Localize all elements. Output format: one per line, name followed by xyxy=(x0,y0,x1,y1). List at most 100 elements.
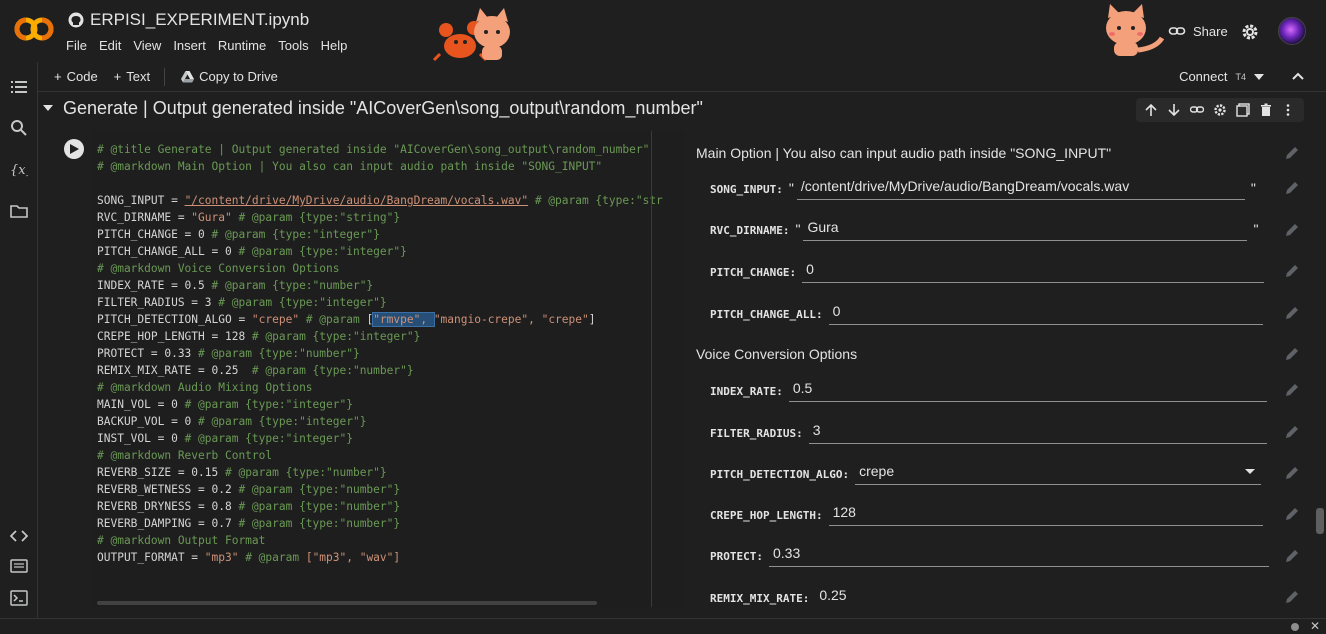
remix-mix-rate-field[interactable]: 0.25 xyxy=(815,585,1265,607)
delete-cell-trash-icon[interactable] xyxy=(1259,103,1273,117)
add-text-button[interactable]: + Text xyxy=(114,69,150,84)
code-token: SONG_INPUT = xyxy=(97,194,185,207)
more-options-kebab-icon[interactable] xyxy=(1281,103,1295,117)
edit-pencil-icon[interactable] xyxy=(1284,222,1300,238)
code-token: "/content/drive/MyDrive/audio/BangDream/… xyxy=(184,194,529,207)
copy-to-drive-button[interactable]: Copy to Drive xyxy=(181,69,278,84)
menu-help[interactable]: Help xyxy=(321,38,348,53)
code-line[interactable]: REVERB_DAMPING = 0.7 # @param {type:"num… xyxy=(97,515,663,532)
code-line[interactable] xyxy=(97,175,663,192)
code-line[interactable]: # @title Generate | Output generated ins… xyxy=(97,141,663,158)
share-button[interactable]: Share xyxy=(1168,22,1228,40)
field-index-rate: INDEX_RATE: 0.5 xyxy=(710,378,1267,402)
move-cell-up-icon[interactable] xyxy=(1144,103,1158,117)
colab-logo[interactable] xyxy=(14,14,54,44)
code-line[interactable]: REVERB_WETNESS = 0.2 # @param {type:"num… xyxy=(97,481,663,498)
cell-header: Generate | Output generated inside "AICo… xyxy=(38,94,1326,126)
index-rate-field[interactable]: 0.5 xyxy=(788,378,1267,402)
edit-pencil-icon[interactable] xyxy=(1284,305,1300,321)
menu-tools[interactable]: Tools xyxy=(278,38,308,53)
command-palette-icon[interactable] xyxy=(10,557,28,575)
code-snippets-icon[interactable] xyxy=(10,527,28,545)
menu-edit[interactable]: Edit xyxy=(99,38,121,53)
code-text[interactable]: # @title Generate | Output generated ins… xyxy=(97,141,663,566)
edit-pencil-icon[interactable] xyxy=(1284,382,1300,398)
code-line[interactable]: CREPE_HOP_LENGTH = 128 # @param {type:"i… xyxy=(97,328,663,345)
edit-pencil-icon[interactable] xyxy=(1284,346,1300,362)
code-line[interactable]: # @markdown Output Format xyxy=(97,532,663,549)
mirror-cell-in-tab-icon[interactable] xyxy=(1236,103,1250,117)
chevron-down-icon[interactable] xyxy=(1254,73,1264,80)
code-line[interactable]: # @markdown Main Option | You also can i… xyxy=(97,158,663,175)
status-bar: ✕ xyxy=(0,618,1326,634)
code-line[interactable]: REMIX_MIX_RATE = 0.25 # @param {type:"nu… xyxy=(97,362,663,379)
field-song-input: SONG_INPUT: " /content/drive/MyDrive/aud… xyxy=(710,176,1256,200)
edit-pencil-icon[interactable] xyxy=(1284,465,1300,481)
code-line[interactable]: # @markdown Audio Mixing Options xyxy=(97,379,663,396)
edit-pencil-icon[interactable] xyxy=(1284,145,1300,161)
code-line[interactable]: # @markdown Reverb Control xyxy=(97,447,663,464)
code-line[interactable]: SONG_INPUT = "/content/drive/MyDrive/aud… xyxy=(97,192,663,209)
code-line[interactable]: REVERB_SIZE = 0.15 # @param {type:"numbe… xyxy=(97,464,663,481)
code-line[interactable]: INST_VOL = 0 # @param {type:"integer"} xyxy=(97,430,663,447)
menu-file[interactable]: File xyxy=(66,38,87,53)
crepe-hop-length-field[interactable]: 128 xyxy=(828,502,1263,526)
edit-pencil-icon[interactable] xyxy=(1284,263,1300,279)
song-input-field[interactable]: /content/drive/MyDrive/audio/BangDream/v… xyxy=(796,176,1245,200)
code-line[interactable]: BACKUP_VOL = 0 # @param {type:"integer"} xyxy=(97,413,663,430)
user-avatar[interactable] xyxy=(1278,17,1306,45)
code-line[interactable]: # @markdown Voice Conversion Options xyxy=(97,260,663,277)
edit-pencil-icon[interactable] xyxy=(1284,180,1300,196)
code-line[interactable]: PROTECT = 0.33 # @param {type:"number"} xyxy=(97,345,663,362)
table-of-contents-icon[interactable] xyxy=(10,78,28,96)
run-cell-button[interactable] xyxy=(64,139,84,159)
rvc-dirname-field[interactable]: Gura xyxy=(803,217,1248,241)
edit-pencil-icon[interactable] xyxy=(1284,424,1300,440)
code-line[interactable]: PITCH_CHANGE_ALL = 0 # @param {type:"int… xyxy=(97,243,663,260)
terminal-icon[interactable] xyxy=(10,589,28,607)
field-filter-radius: FILTER_RADIUS: 3 xyxy=(710,420,1267,444)
runtime-status-dot-icon[interactable] xyxy=(1291,623,1299,631)
pitch-detection-algo-select[interactable]: crepe xyxy=(855,461,1262,485)
code-line[interactable]: FILTER_RADIUS = 3 # @param {type:"intege… xyxy=(97,294,663,311)
filter-radius-field[interactable]: 3 xyxy=(808,420,1267,444)
code-editor[interactable]: # @title Generate | Output generated ins… xyxy=(92,131,685,607)
menu-runtime[interactable]: Runtime xyxy=(218,38,266,53)
code-token: # @markdown Output Format xyxy=(97,534,266,547)
code-line[interactable]: REVERB_DRYNESS = 0.8 # @param {type:"num… xyxy=(97,498,663,515)
close-icon[interactable]: ✕ xyxy=(1310,619,1320,633)
edit-pencil-icon[interactable] xyxy=(1284,589,1300,605)
cell-title[interactable]: Generate | Output generated inside "AICo… xyxy=(63,98,703,119)
code-line[interactable]: PITCH_DETECTION_ALGO = "crepe" # @param … xyxy=(97,311,663,328)
link-to-cell-icon[interactable] xyxy=(1190,103,1205,117)
collapse-header-chevron-up-icon[interactable] xyxy=(1290,68,1306,84)
share-label: Share xyxy=(1193,23,1228,39)
menu-insert[interactable]: Insert xyxy=(173,38,206,53)
connect-runtime-button[interactable]: Connect T4 xyxy=(1179,69,1264,84)
code-line[interactable]: RVC_DIRNAME = "Gura" # @param {type:"str… xyxy=(97,209,663,226)
code-line[interactable]: OUTPUT_FORMAT = "mp3" # @param ["mp3", "… xyxy=(97,549,663,566)
code-token: MAIN_VOL = 0 xyxy=(97,398,185,411)
settings-gear-icon[interactable] xyxy=(1240,22,1260,42)
left-rail: {x} xyxy=(0,62,38,618)
protect-field[interactable]: 0.33 xyxy=(768,543,1269,567)
move-cell-down-icon[interactable] xyxy=(1167,103,1181,117)
add-code-button[interactable]: + Code xyxy=(54,69,98,84)
notebook-title[interactable]: ERPISI_EXPERIMENT.ipynb xyxy=(90,10,309,30)
cell-settings-gear-icon[interactable] xyxy=(1213,103,1227,117)
code-line[interactable]: INDEX_RATE = 0.5 # @param {type:"number"… xyxy=(97,277,663,294)
edit-pencil-icon[interactable] xyxy=(1284,548,1300,564)
search-icon[interactable] xyxy=(10,119,28,137)
menu-view[interactable]: View xyxy=(133,38,161,53)
pitch-change-all-field[interactable]: 0 xyxy=(828,301,1263,325)
code-line[interactable]: PITCH_CHANGE = 0 # @param {type:"integer… xyxy=(97,226,663,243)
variables-icon[interactable]: {x} xyxy=(10,160,28,178)
page-vertical-scrollbar[interactable] xyxy=(1316,508,1324,534)
pitch-change-field[interactable]: 0 xyxy=(802,259,1265,283)
collapse-section-chevron-icon[interactable] xyxy=(42,104,54,112)
code-token: # @param {type:"integer"} xyxy=(211,228,380,241)
files-folder-icon[interactable] xyxy=(10,202,28,220)
edit-pencil-icon[interactable] xyxy=(1284,506,1300,522)
code-line[interactable]: MAIN_VOL = 0 # @param {type:"integer"} xyxy=(97,396,663,413)
code-horizontal-scrollbar[interactable] xyxy=(97,601,597,605)
